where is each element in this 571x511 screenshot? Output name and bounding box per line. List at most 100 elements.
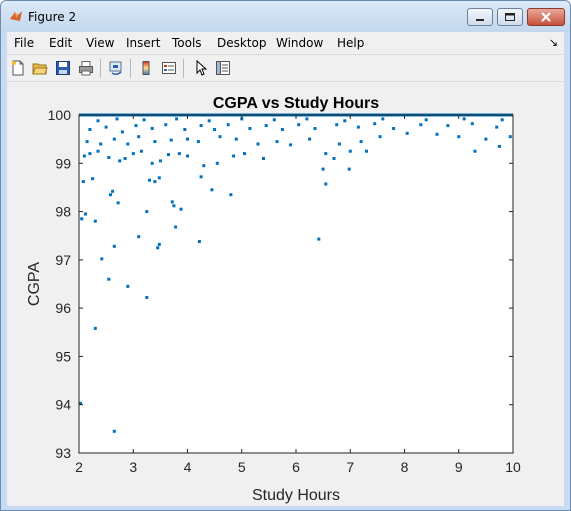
x-tick-label: 2 (75, 459, 83, 475)
data-point (356, 125, 360, 129)
data-point (99, 142, 103, 146)
data-point (153, 140, 157, 144)
data-point (272, 118, 276, 122)
data-point (232, 154, 236, 158)
data-point (462, 117, 466, 121)
data-point (500, 118, 504, 122)
data-point (289, 143, 293, 147)
y-tick-label: 100 (48, 107, 72, 123)
x-tick-label: 10 (505, 459, 521, 475)
data-point (80, 217, 84, 221)
data-point (210, 188, 214, 192)
data-point (508, 135, 512, 139)
minimize-icon (476, 19, 484, 21)
open-file-icon[interactable] (32, 60, 48, 76)
link-icon[interactable] (108, 60, 124, 76)
legend-icon[interactable] (161, 60, 177, 76)
data-point (234, 137, 238, 141)
window-title: Figure 2 (28, 10, 77, 24)
maximize-button[interactable] (497, 8, 523, 26)
data-point (446, 124, 450, 128)
data-point (297, 123, 301, 127)
data-point (373, 122, 377, 126)
data-point (142, 118, 146, 122)
data-point (112, 137, 116, 141)
data-point (343, 119, 347, 123)
data-point (365, 149, 368, 153)
data-point (115, 117, 119, 121)
data-point (175, 117, 179, 121)
data-point (126, 142, 130, 146)
scatter-chart[interactable]: 2 3 4 5 6 7 8 9 10 93 94 95 96 97 98 99 100 CGPA vs Stu… (7, 83, 564, 506)
data-point (473, 149, 477, 153)
data-point (229, 193, 233, 197)
new-figure-icon[interactable] (10, 60, 26, 76)
property-editor-icon[interactable] (215, 60, 231, 76)
data-point (305, 117, 309, 121)
data-point (134, 124, 138, 128)
menu-help[interactable]: Help (337, 36, 364, 50)
menu-desktop[interactable]: Desktop (217, 36, 267, 50)
data-point (457, 135, 461, 139)
data-point (157, 242, 161, 246)
data-point (109, 193, 112, 197)
data-point (156, 246, 160, 250)
data-point (256, 142, 260, 146)
data-point (116, 201, 120, 205)
data-point (199, 124, 203, 128)
colorbar-icon[interactable] (138, 60, 154, 76)
x-axis-label: Study Hours (252, 487, 340, 504)
window-client: File Edit View Insert Tools Desktop Wind… (7, 32, 564, 506)
print-icon[interactable] (78, 60, 94, 76)
data-point (164, 123, 168, 127)
data-point (199, 175, 203, 179)
data-point (112, 429, 116, 433)
toolbar-separator (100, 59, 101, 78)
data-point (196, 140, 200, 144)
data-point (93, 219, 97, 223)
data-point (419, 123, 423, 127)
data-point (424, 118, 428, 122)
data-point (91, 177, 95, 181)
chart-title: CGPA vs Study Hours (213, 95, 379, 112)
figure-window: Figure 2 File Edit View Insert Tools Des… (0, 0, 571, 511)
menu-edit[interactable]: Edit (49, 36, 72, 50)
data-point (335, 123, 339, 127)
data-point (145, 210, 149, 214)
data-point (93, 326, 97, 330)
menu-insert[interactable]: Insert (126, 36, 160, 50)
data-point (484, 137, 488, 141)
data-point (275, 140, 279, 144)
data-point (167, 153, 170, 157)
menu-window[interactable]: Window (276, 36, 323, 50)
plot-area (79, 115, 513, 453)
y-tick-label: 94 (55, 397, 71, 413)
save-icon[interactable] (55, 60, 71, 76)
dock-arrow-icon[interactable]: ↘ (549, 36, 558, 49)
menu-bar: File Edit View Insert Tools Desktop Wind… (7, 32, 564, 54)
data-point (359, 140, 363, 144)
title-bar[interactable]: Figure 2 (1, 1, 570, 32)
data-point (123, 157, 127, 160)
x-tick-label: 6 (292, 459, 300, 475)
data-point (243, 152, 246, 156)
data-point (202, 164, 206, 168)
x-tick-label: 3 (129, 459, 137, 475)
maximize-icon (505, 13, 515, 21)
data-point (145, 296, 149, 299)
data-point (118, 159, 122, 163)
data-point (96, 149, 100, 153)
close-button[interactable] (527, 8, 565, 26)
menu-view[interactable]: View (86, 36, 114, 50)
minimize-button[interactable] (467, 8, 493, 26)
y-tick-label: 95 (55, 348, 71, 364)
data-point (170, 200, 174, 204)
data-point (186, 137, 189, 141)
pointer-icon[interactable] (193, 60, 209, 76)
data-point (213, 128, 217, 131)
data-point (174, 225, 178, 229)
menu-tools[interactable]: Tools (172, 36, 202, 50)
data-point (107, 277, 111, 281)
y-tick-label: 97 (55, 252, 71, 268)
menu-file[interactable]: File (14, 36, 34, 50)
